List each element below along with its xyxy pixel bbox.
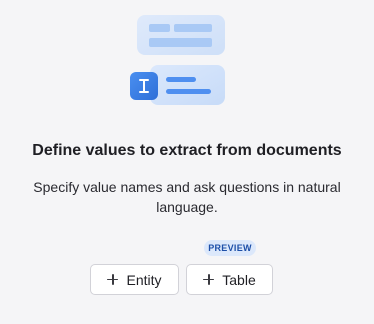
text-cursor-icon (130, 72, 158, 100)
plus-icon (203, 274, 215, 285)
add-table-label: Table (222, 271, 256, 288)
empty-state-title: Define values to extract from documents (32, 142, 342, 159)
empty-state-panel: Define values to extract from documents … (0, 0, 374, 324)
back-card-icon (137, 15, 225, 55)
extraction-illustration (130, 15, 225, 105)
front-card-icon (150, 65, 225, 105)
add-entity-button[interactable]: Entity (90, 264, 179, 295)
add-entity-label: Entity (126, 271, 162, 288)
plus-icon (107, 274, 119, 285)
add-table-button[interactable]: Table (186, 264, 273, 295)
preview-badge: PREVIEW (204, 240, 256, 256)
empty-state-subtitle: Specify value names and ask questions in… (33, 179, 341, 215)
